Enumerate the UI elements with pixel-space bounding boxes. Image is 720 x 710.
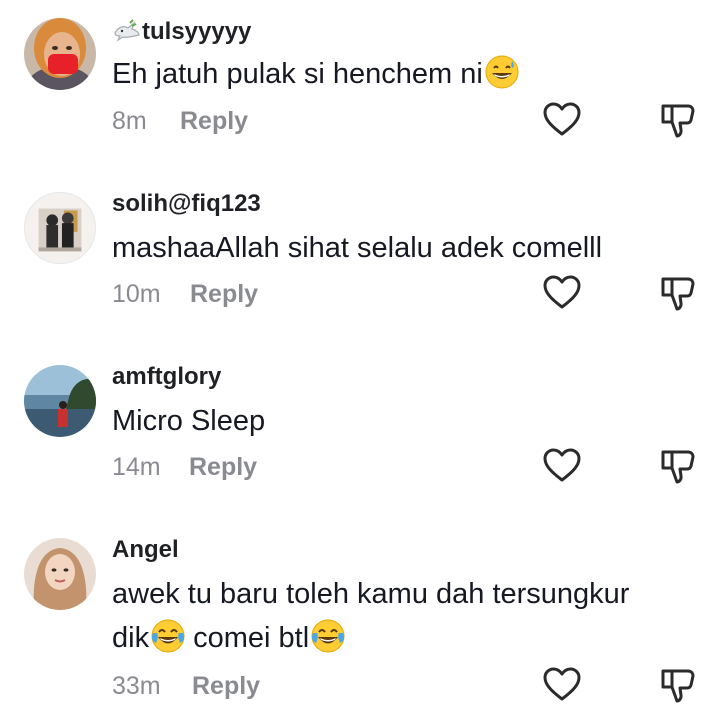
avatar[interactable] xyxy=(24,18,96,90)
avatar[interactable] xyxy=(24,192,96,264)
avatar[interactable] xyxy=(24,365,96,437)
username[interactable]: tulsyyyyy xyxy=(112,18,251,46)
comment-time: 10m xyxy=(112,280,161,308)
tears-of-joy-emoji xyxy=(151,619,185,653)
avatar-two-people-image xyxy=(25,193,95,263)
tears-of-joy-emoji xyxy=(311,619,345,653)
comment-text: awek tu baru toleh kamu dah tersungkur d… xyxy=(112,572,692,660)
reply-button[interactable]: Reply xyxy=(192,672,260,701)
comment-time: 14m xyxy=(112,453,161,481)
comment-text: Eh jatuh pulak si henchem ni xyxy=(112,52,692,96)
dislike-icon[interactable] xyxy=(658,100,698,140)
reply-button[interactable]: Reply xyxy=(189,453,257,482)
comment-text-segment: dik xyxy=(112,622,150,654)
comment-item: tulsyyyyy Eh jatuh pulak si henchem ni 8… xyxy=(0,0,720,170)
username[interactable]: solih@fiq123 xyxy=(112,190,261,218)
grinning-sweat-emoji xyxy=(485,55,519,89)
comment-text: mashaaAllah sihat selalu adek comelll xyxy=(112,232,603,264)
comment-text: Micro Sleep xyxy=(112,405,266,437)
dislike-icon[interactable] xyxy=(658,446,698,486)
avatar-hijab-image xyxy=(24,538,96,610)
heart-icon[interactable] xyxy=(542,446,582,486)
dislike-icon[interactable] xyxy=(658,273,698,313)
heart-icon[interactable] xyxy=(542,665,582,705)
avatar-red-mask-image xyxy=(24,18,96,90)
heart-icon[interactable] xyxy=(542,273,582,313)
reply-button[interactable]: Reply xyxy=(180,107,248,136)
username[interactable]: amftglory xyxy=(112,363,221,391)
comment-text-line: awek tu baru toleh kamu dah tersungkur xyxy=(112,578,630,610)
username[interactable]: Angel xyxy=(112,536,179,564)
username-text: tulsyyyyy xyxy=(142,18,252,45)
dove-icon xyxy=(112,19,142,43)
comment-text-segment: comei btl xyxy=(185,622,310,654)
comment-text-content: Eh jatuh pulak si henchem ni xyxy=(112,58,483,90)
avatar-beach-image xyxy=(24,365,96,437)
reply-button[interactable]: Reply xyxy=(190,280,258,309)
comment-text-line: dik comei btl xyxy=(112,616,692,660)
avatar[interactable] xyxy=(24,538,96,610)
heart-icon[interactable] xyxy=(542,100,582,140)
comment-time: 33m xyxy=(112,672,161,700)
comment-time: 8m xyxy=(112,107,147,135)
dislike-icon[interactable] xyxy=(658,665,698,705)
